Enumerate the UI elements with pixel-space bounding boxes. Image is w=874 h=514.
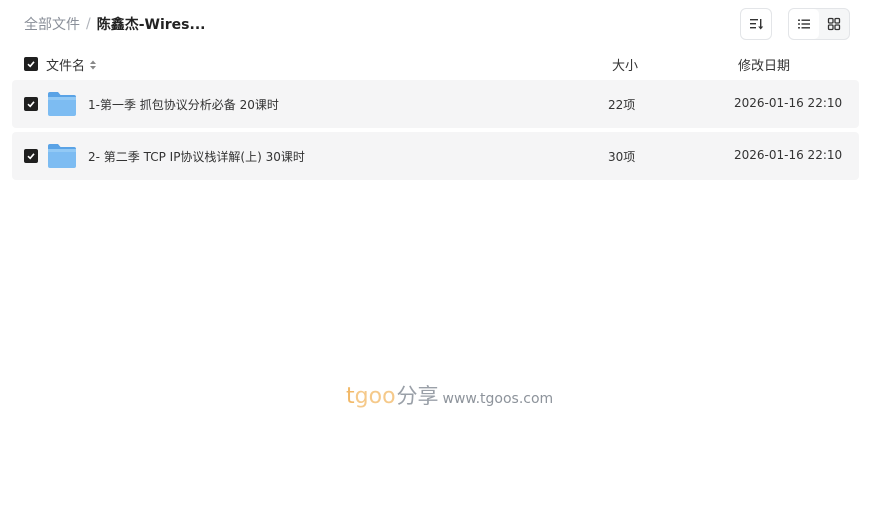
column-header-size[interactable]: 大小 (612, 55, 638, 74)
watermark-brand-t: t (346, 384, 355, 409)
table-header: 文件名 大小 修改日期 (12, 52, 859, 76)
column-header-name-label: 文件名 (46, 59, 86, 74)
check-icon (27, 153, 35, 160)
column-header-date[interactable]: 修改日期 (738, 55, 790, 74)
sort-toggle-icon[interactable] (89, 59, 97, 71)
file-date: 2026-01-16 22:10 (734, 148, 843, 162)
grid-view-icon (827, 17, 841, 31)
file-date: 2026-01-16 22:10 (734, 96, 843, 110)
view-toggle-group (788, 8, 850, 40)
sort-button[interactable] (740, 8, 772, 40)
table-row[interactable]: 1-第一季 抓包协议分析必备 20课时 22项 2026-01-16 22:10 (12, 80, 859, 128)
list-view-icon (798, 19, 810, 29)
column-header-name[interactable]: 文件名 (46, 55, 97, 74)
watermark-brand-goo: goo (354, 384, 396, 409)
folder-icon (48, 92, 76, 116)
list-view-button[interactable] (789, 9, 819, 39)
row-checkbox[interactable] (24, 97, 38, 111)
breadcrumb-separator: / (86, 16, 91, 32)
breadcrumb: 全部文件 / 陈鑫杰-Wires... (24, 14, 205, 34)
file-size: 22项 (608, 98, 636, 112)
select-all-checkbox[interactable] (24, 57, 38, 71)
sort-list-icon (750, 19, 764, 30)
file-name[interactable]: 2- 第二季 TCP IP协议栈详解(上) 30课时 (88, 148, 305, 165)
file-name[interactable]: 1-第一季 抓包协议分析必备 20课时 (88, 96, 279, 113)
table-row[interactable]: 2- 第二季 TCP IP协议栈详解(上) 30课时 30项 2026-01-1… (12, 132, 859, 180)
check-icon (27, 101, 35, 108)
breadcrumb-root-link[interactable]: 全部文件 (24, 14, 80, 34)
watermark: t goo 分享 www.tgoos.com (346, 380, 553, 410)
breadcrumb-current: 陈鑫杰-Wires... (96, 17, 206, 33)
file-size: 30项 (608, 150, 636, 164)
check-icon (27, 61, 35, 68)
row-checkbox[interactable] (24, 149, 38, 163)
watermark-url: www.tgoos.com (442, 391, 554, 407)
grid-view-button[interactable] (819, 9, 849, 39)
top-bar: 全部文件 / 陈鑫杰-Wires... (0, 0, 874, 48)
folder-icon (48, 144, 76, 168)
watermark-brand-cn: 分享 (396, 384, 439, 408)
